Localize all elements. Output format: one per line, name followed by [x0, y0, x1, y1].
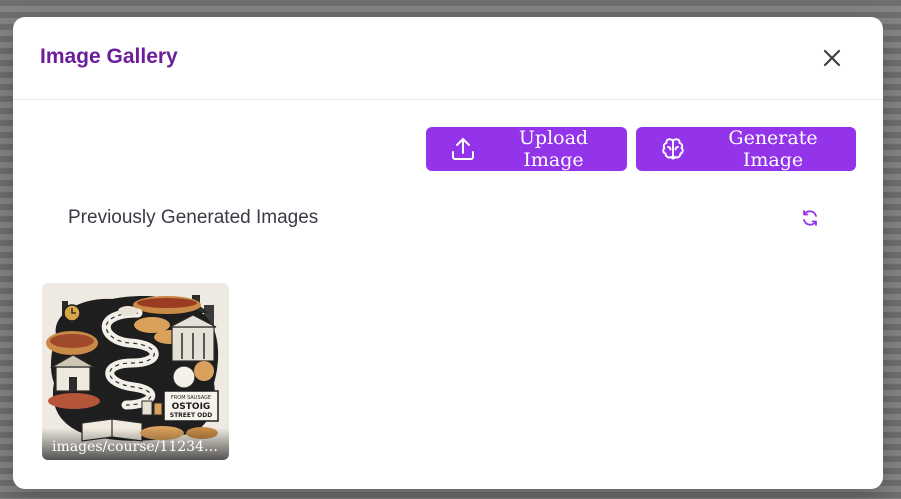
image-caption: images/course/11234/1... — [42, 428, 229, 460]
dialog-header: Image Gallery — [13, 17, 883, 100]
dialog-title: Image Gallery — [40, 45, 178, 68]
upload-image-button[interactable]: Upload Image — [426, 127, 627, 171]
gallery-image-card[interactable]: FROM SAUSAGE OSTOIG STREET ODD images/co… — [42, 283, 229, 460]
generate-image-button[interactable]: Generate Image — [636, 127, 856, 171]
image-gallery-dialog: Image Gallery Upload Image Generate Imag… — [13, 17, 883, 489]
upload-image-label: Upload Image — [518, 127, 589, 171]
refresh-button[interactable] — [799, 207, 821, 229]
section-heading: Previously Generated Images — [68, 207, 319, 228]
refresh-icon — [803, 210, 817, 226]
close-icon — [823, 49, 841, 67]
generate-image-label: Generate Image — [728, 127, 818, 171]
upload-icon — [450, 136, 476, 162]
sign-line-1: FROM SAUSAGE — [171, 395, 211, 401]
brain-icon — [660, 136, 686, 162]
sign-line-2: OSTOIG — [172, 402, 211, 412]
sign-line-3: STREET ODD — [170, 412, 212, 419]
close-button[interactable] — [817, 43, 847, 73]
